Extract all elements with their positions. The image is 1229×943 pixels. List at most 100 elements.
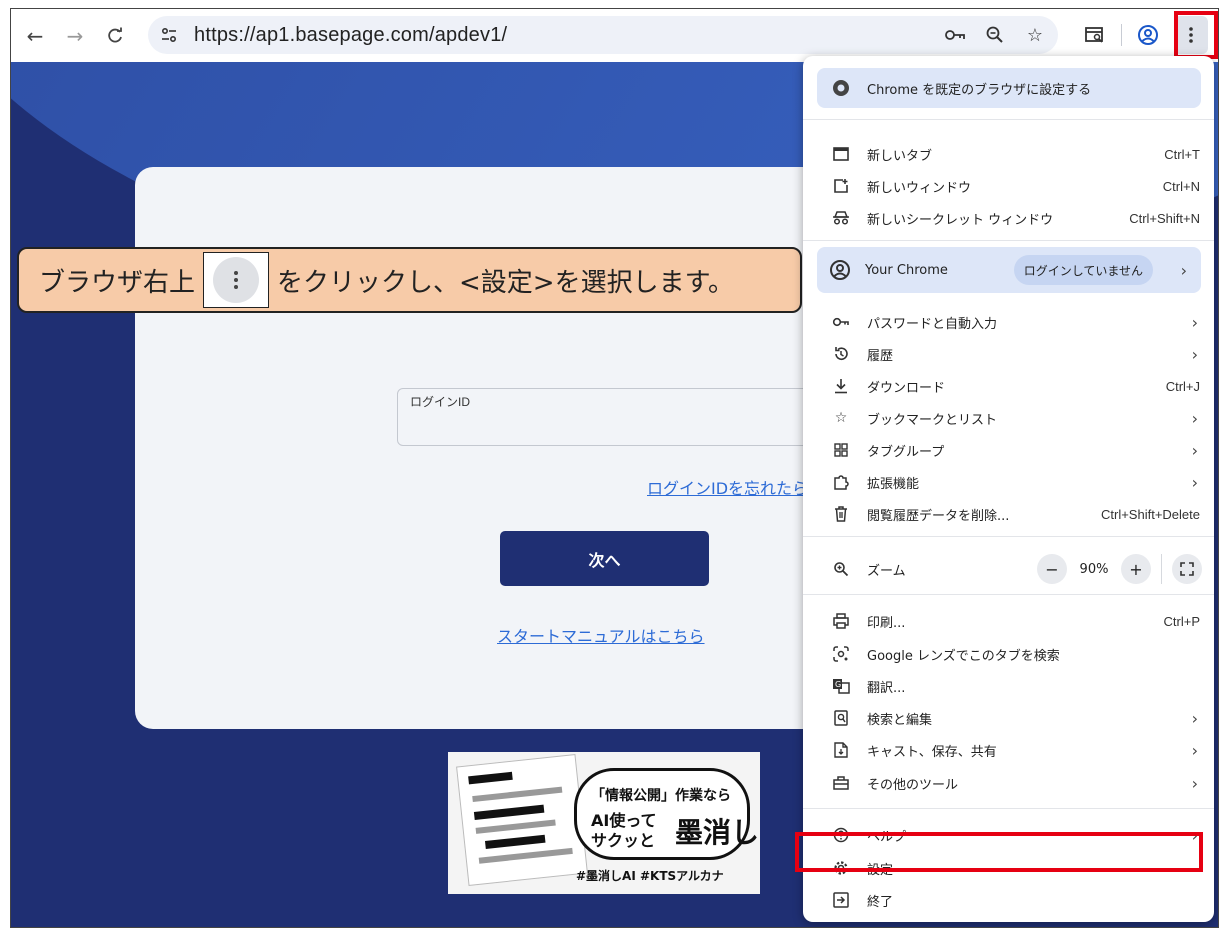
chevron-right-icon: › [1191,472,1198,492]
printer-icon [831,611,851,631]
history-icon [831,344,851,364]
key-icon [831,312,851,332]
set-default-browser-banner[interactable]: Chrome を既定のブラウザに設定する [817,68,1201,108]
zoom-in-button[interactable]: + [1121,554,1151,584]
zoom-label: ズーム [867,563,906,579]
cast-save-icon [831,740,851,760]
toolbar-divider [1121,24,1122,46]
bookmarks-label: ブックマークとリスト [867,412,998,428]
tab-search-icon[interactable] [1079,19,1111,51]
address-bar[interactable]: https://ap1.basepage.com/apdev1/ ☆ [148,16,1058,54]
url-text[interactable]: https://ap1.basepage.com/apdev1/ [194,24,507,47]
print-label: 印刷... [867,615,906,631]
login-id-label: ログインID [410,395,471,409]
menu-more-tools[interactable]: その他のツール › [803,767,1214,799]
incognito-icon [831,208,851,228]
chrome-logo-icon [831,78,851,98]
new-window-label: 新しいウィンドウ [867,180,972,196]
fullscreen-icon[interactable] [1172,554,1202,584]
chevron-right-icon: › [1180,260,1187,280]
lens-label: Google レンズでこのタブを検索 [867,648,1060,664]
menu-bookmarks[interactable]: ☆ ブックマークとリスト › [803,402,1214,434]
menu-clear-data[interactable]: 閲覧履歴データを削除... Ctrl+Shift+Delete [803,498,1214,530]
menu-your-chrome[interactable]: Your Chrome ログインしていません › [817,247,1201,293]
banner-tags: #墨消しAI #KTSアルカナ [576,869,724,883]
incognito-shortcut: Ctrl+Shift+N [1129,210,1200,226]
password-key-icon[interactable] [944,24,966,46]
incognito-label: 新しいシークレット ウィンドウ [867,212,1054,228]
menu-extensions[interactable]: 拡張機能 › [803,466,1214,498]
downloads-shortcut: Ctrl+J [1165,378,1200,394]
profile-icon[interactable] [1132,19,1164,51]
ad-banner[interactable]: 「情報公開」作業なら AI使って サクッと 墨消し #墨消しAI #KTSアルカ… [448,752,760,894]
tab-groups-icon [831,440,851,460]
next-button[interactable]: 次へ [500,531,709,586]
chevron-right-icon: › [1191,408,1198,428]
menu-incognito[interactable]: 新しいシークレット ウィンドウ Ctrl+Shift+N [803,202,1214,234]
browser-window: ログインID ログインIDを忘れたら 次へ スタートマニュアルはこちら 「情報公… [10,8,1219,928]
reload-icon[interactable] [95,16,135,56]
menu-new-window[interactable]: 新しいウィンドウ Ctrl+N [803,170,1214,202]
menu-new-tab[interactable]: 新しいタブ Ctrl+T [803,138,1214,170]
history-label: 履歴 [867,348,894,364]
callout-text-before: ブラウザ右上 [39,267,196,298]
trash-icon [831,504,851,524]
menu-tab-groups[interactable]: タブグループ › [803,434,1214,466]
forward-icon[interactable]: → [55,16,95,56]
menu-exit[interactable]: 終了 [803,884,1214,916]
new-tab-shortcut: Ctrl+T [1164,146,1200,162]
start-manual-link[interactable]: スタートマニュアルはこちら [497,623,705,647]
zoom-value: 90% [1079,561,1109,577]
clear-data-label: 閲覧履歴データを削除... [867,508,1010,524]
zoom-divider [1161,554,1162,584]
not-signed-in-pill[interactable]: ログインしていません [1013,255,1153,285]
print-shortcut: Ctrl+P [1163,613,1200,629]
menu-button-highlight [1174,11,1218,59]
find-edit-label: 検索と編集 [867,712,933,728]
star-icon: ☆ [834,410,848,426]
bookmark-star-icon[interactable]: ☆ [1024,24,1046,46]
set-default-label: Chrome を既定のブラウザに設定する [867,82,1092,98]
banner-big-text: 墨消し [675,816,760,849]
passwords-label: パスワードと自動入力 [867,316,998,332]
lens-icon [831,644,851,664]
find-page-icon [831,708,851,728]
clear-data-shortcut: Ctrl+Shift+Delete [1101,506,1200,522]
zoom-icon[interactable] [984,24,1006,46]
banner-speech-bubble: 「情報公開」作業なら AI使って サクッと 墨消し [574,768,759,860]
menu-downloads[interactable]: ダウンロード Ctrl+J [803,370,1214,402]
banner-line3: サクッと [591,831,656,850]
zoom-out-button[interactable]: − [1037,554,1067,584]
chevron-right-icon: › [1191,773,1198,793]
browser-toolbar: ← → https://ap1.basepage.com/apdev1/ ☆ [11,9,1218,62]
exit-icon [831,890,851,910]
document-illustration [456,754,588,886]
banner-line1: 「情報公開」作業なら [591,788,731,804]
site-info-icon[interactable] [154,20,184,50]
chevron-right-icon: › [1191,708,1198,728]
menu-translate[interactable]: G 翻訳... [803,670,1214,702]
menu-find-edit[interactable]: 検索と編集 › [803,702,1214,734]
menu-cast-save-share[interactable]: キャスト、保存、共有 › [803,734,1214,766]
menu-passwords[interactable]: パスワードと自動入力 › [803,306,1214,338]
tab-groups-label: タブグループ [867,444,945,460]
zoom-icon [831,559,851,579]
callout-text-after: をクリックし、<設定>を選択します。 [277,267,734,298]
menu-print[interactable]: 印刷... Ctrl+P [803,605,1214,637]
callout-kebab-sample [203,252,270,308]
chevron-right-icon: › [1191,440,1198,460]
toolbox-icon [831,773,851,793]
settings-highlight [795,832,1203,872]
new-tab-label: 新しいタブ [867,148,933,164]
menu-history[interactable]: 履歴 › [803,338,1214,370]
new-window-shortcut: Ctrl+N [1162,178,1200,194]
chrome-menu: Chrome を既定のブラウザに設定する 新しいタブ Ctrl+T 新しいウィン… [803,56,1214,922]
menu-google-lens[interactable]: Google レンズでこのタブを検索 [803,638,1214,670]
forgot-login-id-link[interactable]: ログインIDを忘れたら [647,475,808,499]
back-icon[interactable]: ← [15,16,55,56]
chevron-right-icon: › [1191,312,1198,332]
translate-icon: G [831,676,851,696]
exit-label: 終了 [867,894,894,910]
instruction-callout: ブラウザ右上 をクリックし、<設定>を選択します。 [17,247,802,313]
more-tools-label: その他のツール [867,777,959,793]
